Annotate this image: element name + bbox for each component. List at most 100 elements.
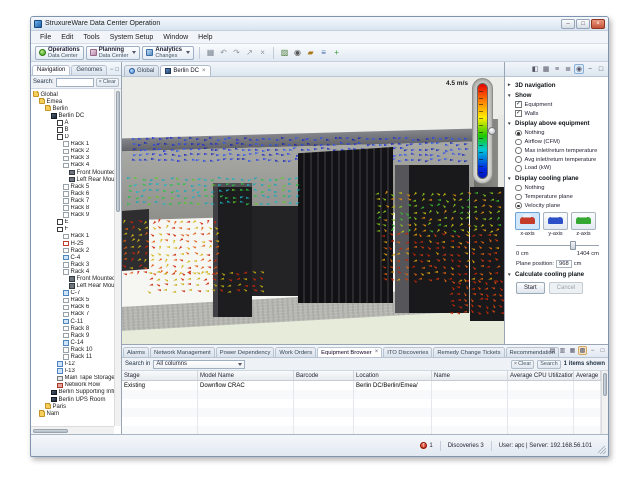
tree-item-rack-2[interactable]: Rack 2 xyxy=(31,148,114,155)
tree-item-rack-9[interactable]: Rack 9 xyxy=(31,212,114,219)
perspective-analytics[interactable]: AnalyticsChanges xyxy=(142,46,194,60)
column-header[interactable]: Model Name xyxy=(198,371,294,380)
tree-horizontal-scrollbar[interactable] xyxy=(31,426,114,434)
tree-item-rack-1[interactable]: Rack 1 xyxy=(31,233,114,240)
radio-velocity-plane[interactable]: Velocity plane xyxy=(515,202,605,209)
details-view-icon[interactable]: ≣ xyxy=(563,64,573,74)
tree-item-a[interactable]: A xyxy=(31,119,114,126)
save-icon[interactable]: ▦ xyxy=(205,47,216,58)
section-calculate-cooling-plane[interactable]: ▾ Calculate cooling plane xyxy=(508,271,605,278)
tree-item-c-11[interactable]: C-11 xyxy=(31,318,114,325)
resize-grip[interactable] xyxy=(598,446,606,454)
bottom-tab-power-dependency[interactable]: Power Dependency xyxy=(216,347,275,357)
bottom-tab-network-management[interactable]: Network Management xyxy=(150,347,215,357)
editor-tab-berlin-dc[interactable]: Berlin DC× xyxy=(160,65,210,76)
column-header[interactable]: Name xyxy=(432,371,508,380)
plane-position-value[interactable]: 968 xyxy=(556,260,572,268)
tree-item-left-rear-moun[interactable]: Left Rear Moun xyxy=(31,176,114,183)
tree-item-emea[interactable]: Emea xyxy=(31,98,114,105)
title-bar[interactable]: StruxureWare Data Center Operation – □ × xyxy=(31,17,608,31)
table-clear-button[interactable]: ×Clear xyxy=(511,360,534,369)
tree-item-rack-4[interactable]: Rack 4 xyxy=(31,268,114,275)
plane-position-slider[interactable] xyxy=(516,240,599,250)
x-axis-button[interactable] xyxy=(515,212,540,230)
checkbox-walls[interactable]: ✓Walls xyxy=(515,110,605,117)
camera-icon[interactable]: ◉ xyxy=(292,47,303,58)
column-header[interactable]: Average Pow... xyxy=(574,371,601,380)
radio-nothing[interactable]: Nothing xyxy=(515,130,605,137)
tree-item-paris[interactable]: Paris xyxy=(31,403,114,410)
export-image-icon[interactable]: ▨ xyxy=(279,47,290,58)
menu-tools[interactable]: Tools xyxy=(78,33,104,42)
radio-max-inlet-return-temperature[interactable]: Max inlet/return temperature xyxy=(515,147,605,154)
close-tab-icon[interactable]: × xyxy=(202,69,206,74)
tree-item-rack-3[interactable]: Rack 3 xyxy=(31,261,114,268)
export-table-icon[interactable]: ▦ xyxy=(568,346,577,355)
bottom-tab-alarms[interactable]: Alarms xyxy=(123,347,149,357)
tree-item-rack-8[interactable]: Rack 8 xyxy=(31,205,114,212)
radio-temperature-plane[interactable]: Temperature plane xyxy=(515,194,605,201)
tree-item-i-13[interactable]: I-13 xyxy=(31,368,114,375)
tree-item-front-mounted[interactable]: Front Mounted xyxy=(31,169,114,176)
tree-vertical-scrollbar[interactable] xyxy=(114,89,121,426)
minimize-window-button[interactable]: – xyxy=(561,19,575,29)
z-axis-button[interactable] xyxy=(571,212,596,230)
tree-item-front-mounted[interactable]: Front Mounted xyxy=(31,275,114,282)
bottom-tab-work-orders[interactable]: Work Orders xyxy=(275,347,316,357)
delete-icon[interactable]: × xyxy=(257,47,268,58)
tree-item-i-12[interactable]: I-12 xyxy=(31,361,114,368)
tree-item-h-25[interactable]: H-25 xyxy=(31,240,114,247)
tree-item-berlin[interactable]: Berlin xyxy=(31,105,114,112)
column-header[interactable]: Average CPU Utilization ... xyxy=(508,371,574,380)
tree-item-left-rear-moun[interactable]: Left Rear Moun xyxy=(31,283,114,290)
tree-item-rack-5[interactable]: Rack 5 xyxy=(31,183,114,190)
tree-item-rack-4[interactable]: Rack 4 xyxy=(31,162,114,169)
columns-select[interactable]: All columns xyxy=(153,360,245,369)
tree-item-rack-6[interactable]: Rack 6 xyxy=(31,304,114,311)
section-display-above-equipment[interactable]: ▾ Display above equipment xyxy=(508,120,605,127)
table-search-button[interactable]: Search xyxy=(537,360,560,369)
tab-navigation[interactable]: Navigation xyxy=(32,65,70,75)
restore-panel-icon[interactable]: □ xyxy=(598,346,607,355)
section-3d-navigation[interactable]: ▸ 3D navigation xyxy=(508,82,605,89)
tree-item-d[interactable]: D xyxy=(31,134,114,141)
section-display-cooling-plane[interactable]: ▾ Display cooling plane xyxy=(508,175,605,182)
menu-system-setup[interactable]: System Setup xyxy=(105,33,159,42)
menu-help[interactable]: Help xyxy=(193,33,217,42)
tree-item-rack-9[interactable]: Rack 9 xyxy=(31,332,114,339)
tree-item-c-7[interactable]: C-7 xyxy=(31,290,114,297)
tree-item-rack-8[interactable]: Rack 8 xyxy=(31,325,114,332)
tree-item-f[interactable]: F xyxy=(31,226,114,233)
tree-item-berlin-supporting-infrastru[interactable]: Berlin Supporting Infrastru xyxy=(31,389,114,396)
tree-item-rack-7[interactable]: Rack 7 xyxy=(31,197,114,204)
3d-orb-icon[interactable]: ◉ xyxy=(574,64,584,74)
section-show[interactable]: ▾ Show xyxy=(508,92,605,99)
slider-handle[interactable] xyxy=(570,241,576,250)
minimize-panel-icon[interactable]: − xyxy=(588,346,597,355)
restore-panel-icon[interactable]: □ xyxy=(596,64,606,74)
search-clear-button[interactable]: ×Clear xyxy=(96,78,119,87)
menu-edit[interactable]: Edit xyxy=(56,33,78,42)
select-columns-icon[interactable]: ▥ xyxy=(558,346,567,355)
clear-all-icon[interactable]: ▤ xyxy=(548,346,557,355)
bottom-tab-remedy-change-tickets[interactable]: Remedy Change Tickets xyxy=(433,347,504,357)
perspective-operations[interactable]: OperationsData Center xyxy=(35,46,84,60)
radio-airflow-cfm[interactable]: Airflow (CFM) xyxy=(515,139,605,146)
start-button[interactable]: Start xyxy=(516,282,545,294)
undo-icon[interactable]: ↶ xyxy=(218,47,229,58)
3d-room-view[interactable]: 4.5 m/s xyxy=(122,77,504,344)
minimize-panel-icon[interactable]: − xyxy=(585,64,595,74)
layers-icon[interactable]: ≡ xyxy=(318,47,329,58)
close-tab-icon[interactable]: × xyxy=(375,350,379,355)
radio-avg-inlet-return-temperature[interactable]: Avg inlet/return temperature xyxy=(515,156,605,163)
tree-item-rack-7[interactable]: Rack 7 xyxy=(31,311,114,318)
tree-item-b[interactable]: B xyxy=(31,126,114,133)
perspective-planning[interactable]: PlanningData Center xyxy=(86,46,141,60)
tree-item-berlin-ups-room[interactable]: Berlin UPS Room xyxy=(31,396,114,403)
column-header[interactable]: Barcode xyxy=(294,371,354,380)
add-layer-icon[interactable]: + xyxy=(331,47,342,58)
tree-item-rack-6[interactable]: Rack 6 xyxy=(31,190,114,197)
tab-genomes[interactable]: Genomes xyxy=(71,65,107,75)
column-header[interactable]: Location xyxy=(354,371,432,380)
tree-item-rack-1[interactable]: Rack 1 xyxy=(31,141,114,148)
